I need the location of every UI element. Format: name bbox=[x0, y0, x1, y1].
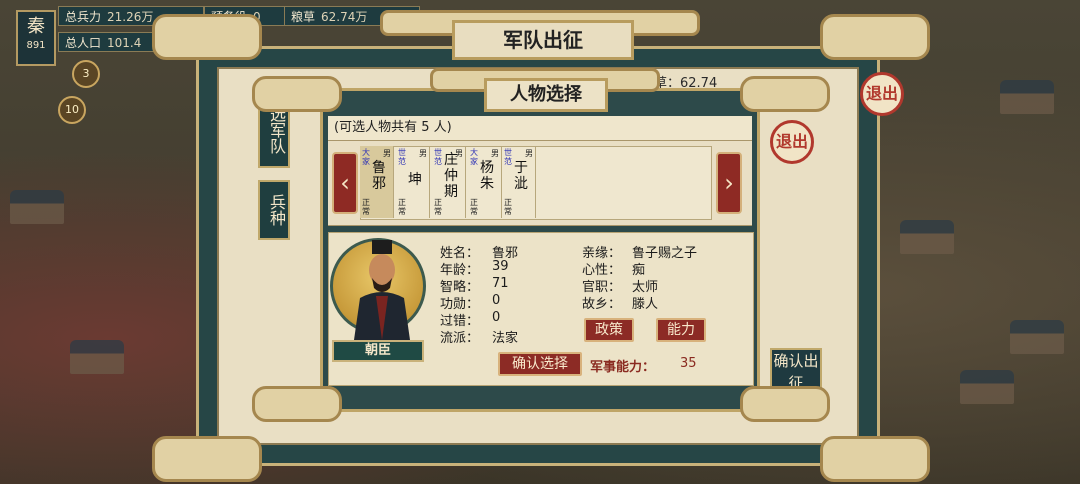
merit-value: 0 bbox=[492, 293, 501, 308]
character-card[interactable]: 世范 男 庄仲期 正常 bbox=[432, 146, 466, 218]
modal-title: 人物选择 bbox=[484, 78, 608, 112]
official-portrait bbox=[354, 240, 410, 340]
corner-ornament bbox=[152, 436, 262, 482]
military-ability-label: 军事能力： bbox=[590, 360, 656, 375]
population-label: 总人口 bbox=[65, 36, 102, 50]
hometown-label: 故乡： bbox=[582, 297, 622, 312]
character-name: 鲁邪 bbox=[372, 160, 386, 192]
character-count: (可选人物共有 5 人) bbox=[328, 116, 752, 140]
character-tag: 世范 bbox=[398, 148, 406, 166]
map-building bbox=[1000, 80, 1054, 114]
character-status: 正常 bbox=[398, 198, 406, 216]
next-page-button[interactable]: › bbox=[716, 152, 742, 214]
troops-label: 总兵力 bbox=[65, 10, 102, 24]
fault-value: 0 bbox=[492, 310, 501, 325]
state-number: 891 bbox=[26, 40, 46, 51]
state-badge[interactable]: 秦 891 bbox=[16, 10, 56, 66]
confirm-select-button[interactable]: 确认选择 bbox=[498, 352, 582, 376]
character-status: 正常 bbox=[470, 198, 478, 216]
character-name: 坤 bbox=[408, 172, 422, 188]
prev-page-button[interactable]: ‹ bbox=[332, 152, 358, 214]
corner-ornament bbox=[740, 76, 830, 112]
character-card[interactable]: 世范 男 坤 正常 bbox=[396, 146, 430, 218]
map-building bbox=[1010, 320, 1064, 354]
troops-value: 21.26万 bbox=[107, 10, 154, 24]
map-building bbox=[10, 190, 64, 224]
map-building bbox=[70, 340, 124, 374]
character-tag: 世范 bbox=[434, 148, 442, 166]
character-name: 庄仲期 bbox=[444, 152, 458, 200]
role-plate: 朝臣 bbox=[332, 340, 424, 362]
hud-badge[interactable]: 3 bbox=[72, 60, 100, 88]
population-value: 101.4 bbox=[107, 36, 142, 50]
policy-button[interactable]: 政策 bbox=[584, 318, 634, 342]
corner-ornament bbox=[820, 436, 930, 482]
character-tag: 大家 bbox=[362, 148, 370, 166]
tab-unit-type[interactable]: 兵种 bbox=[258, 180, 290, 240]
age-value: 39 bbox=[492, 259, 509, 274]
retreat-button[interactable]: 退出 bbox=[770, 120, 814, 164]
food-value: 62.74万 bbox=[321, 10, 368, 24]
school-label: 流派： bbox=[440, 331, 480, 346]
character-status: 正常 bbox=[434, 198, 442, 216]
school-value: 法家 bbox=[492, 331, 519, 346]
character-sex: 男 bbox=[491, 149, 499, 158]
character-sex: 男 bbox=[383, 149, 391, 158]
ability-button[interactable]: 能力 bbox=[656, 318, 706, 342]
food-label: 粮草 bbox=[291, 10, 316, 24]
character-card[interactable]: 大家 男 鲁邪 正常 bbox=[360, 146, 394, 218]
corner-ornament bbox=[252, 76, 342, 112]
character-tag: 大家 bbox=[470, 148, 478, 166]
retreat-button[interactable]: 退出 bbox=[860, 72, 904, 116]
corner-ornament bbox=[820, 14, 930, 60]
character-name: 杨朱 bbox=[480, 160, 494, 192]
character-sex: 男 bbox=[419, 149, 427, 158]
character-card[interactable]: 大家 男 杨朱 正常 bbox=[468, 146, 502, 218]
military-ability-value: 35 bbox=[680, 356, 697, 371]
corner-ornament bbox=[152, 14, 262, 60]
wisdom-value: 71 bbox=[492, 276, 509, 291]
character-status: 正常 bbox=[362, 198, 370, 216]
state-name: 秦 bbox=[27, 16, 45, 37]
map-building bbox=[900, 220, 954, 254]
character-sex: 男 bbox=[525, 149, 533, 158]
hud-badge[interactable]: 10 bbox=[58, 96, 86, 124]
panel-title: 军队出征 bbox=[452, 20, 634, 60]
character-card[interactable]: 世范 男 于泚 正常 bbox=[502, 146, 536, 218]
hometown-value: 滕人 bbox=[632, 297, 659, 312]
map-building bbox=[960, 370, 1014, 404]
character-tag: 世范 bbox=[504, 148, 512, 166]
character-name: 于泚 bbox=[514, 160, 528, 192]
character-status: 正常 bbox=[504, 198, 512, 216]
corner-ornament bbox=[740, 386, 830, 422]
corner-ornament bbox=[252, 386, 342, 422]
